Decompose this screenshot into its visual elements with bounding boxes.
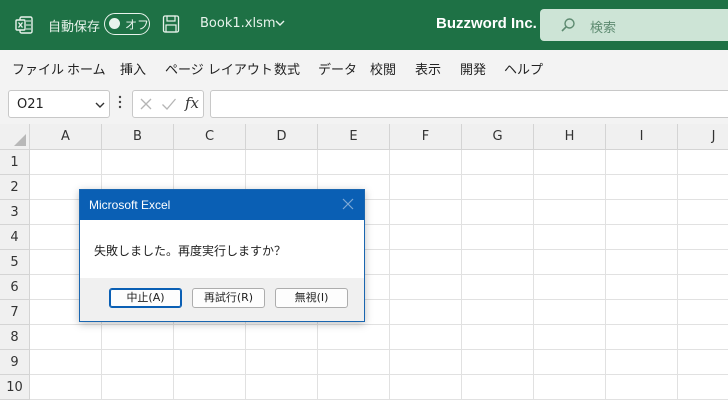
- row-header-10[interactable]: 10: [0, 375, 30, 400]
- menu-view[interactable]: 表示: [415, 59, 441, 78]
- abort-button[interactable]: 中止(A): [109, 288, 182, 308]
- row-header-4[interactable]: 4: [0, 225, 30, 250]
- gridline-vertical: [677, 150, 678, 400]
- menu-data[interactable]: データ: [318, 59, 357, 78]
- menu-home[interactable]: ホーム: [67, 59, 106, 78]
- toggle-knob: [109, 18, 120, 29]
- row-header-8[interactable]: 8: [0, 325, 30, 350]
- insert-function-icon[interactable]: fx: [185, 94, 199, 112]
- autosave-toggle[interactable]: オフ: [104, 13, 150, 35]
- column-header-c[interactable]: C: [174, 124, 246, 150]
- row-header-3[interactable]: 3: [0, 200, 30, 225]
- column-header-d[interactable]: D: [246, 124, 318, 150]
- menu-bar: ファイル ホーム 挿入 ページ レイアウト 数式 データ 校閲 表示 開発 ヘル…: [0, 50, 728, 84]
- gridline-horizontal: [30, 349, 728, 350]
- close-icon[interactable]: [342, 198, 354, 210]
- column-header-f[interactable]: F: [390, 124, 462, 150]
- dialog-title-bar: Microsoft Excel: [80, 190, 364, 220]
- save-icon[interactable]: [162, 14, 180, 34]
- search-icon: [561, 18, 575, 32]
- column-header-b[interactable]: B: [102, 124, 174, 150]
- formula-bar: O21 fx: [0, 84, 728, 124]
- select-all-corner[interactable]: [0, 124, 30, 150]
- row-header-2[interactable]: 2: [0, 175, 30, 200]
- name-box[interactable]: O21: [8, 90, 110, 118]
- menu-formulas[interactable]: 数式: [274, 59, 300, 78]
- dialog-footer: 中止(A) 再試行(R) 無視(I): [80, 278, 364, 321]
- column-header-h[interactable]: H: [534, 124, 606, 150]
- cancel-icon[interactable]: [139, 97, 153, 111]
- gridline-horizontal: [30, 324, 728, 325]
- row-header-6[interactable]: 6: [0, 275, 30, 300]
- chevron-down-icon: [95, 102, 105, 108]
- name-box-value: O21: [17, 97, 44, 112]
- row-header-9[interactable]: 9: [0, 350, 30, 375]
- dialog-message: 失敗しました。再度実行しますか？: [94, 244, 287, 258]
- column-header-j[interactable]: J: [678, 124, 728, 150]
- ignore-button[interactable]: 無視(I): [275, 288, 348, 308]
- row-header-1[interactable]: 1: [0, 150, 30, 175]
- autosave-state: オフ: [125, 18, 150, 32]
- message-dialog: Microsoft Excel 失敗しました。再度実行しますか？ 中止(A) 再…: [79, 189, 365, 322]
- gridline-vertical: [461, 150, 462, 400]
- menu-developer[interactable]: 開発: [460, 59, 486, 78]
- search-placeholder: 検索: [590, 21, 617, 36]
- formula-buttons: fx: [132, 90, 204, 118]
- excel-icon[interactable]: [14, 15, 34, 35]
- chevron-down-icon[interactable]: [274, 17, 286, 29]
- column-header-e[interactable]: E: [318, 124, 390, 150]
- search-box[interactable]: 検索: [540, 9, 728, 41]
- column-header-a[interactable]: A: [30, 124, 102, 150]
- gridline-horizontal: [30, 374, 728, 375]
- file-name[interactable]: Book1.xlsm: [200, 16, 276, 31]
- menu-insert[interactable]: 挿入: [120, 59, 146, 78]
- row-header-5[interactable]: 5: [0, 250, 30, 275]
- select-all-triangle: [14, 134, 26, 146]
- company-name: Buzzword Inc.: [436, 15, 537, 32]
- check-icon[interactable]: [161, 97, 177, 111]
- menu-review[interactable]: 校閲: [370, 59, 396, 78]
- dialog-title: Microsoft Excel: [89, 198, 171, 212]
- menu-file[interactable]: ファイル: [12, 59, 64, 78]
- gridline-horizontal: [30, 174, 728, 175]
- more-options-icon[interactable]: [118, 94, 122, 110]
- row-header-7[interactable]: 7: [0, 300, 30, 325]
- autosave-label: 自動保存: [48, 20, 101, 35]
- gridline-vertical: [533, 150, 534, 400]
- formula-input[interactable]: [210, 90, 728, 118]
- retry-button[interactable]: 再試行(R): [192, 288, 265, 308]
- column-header-i[interactable]: I: [606, 124, 678, 150]
- column-header-g[interactable]: G: [462, 124, 534, 150]
- menu-page-layout[interactable]: ページ レイアウト: [165, 59, 273, 78]
- menu-help[interactable]: ヘルプ: [504, 59, 543, 78]
- title-bar: 自動保存 オフ Book1.xlsm Buzzword Inc. 検索: [0, 0, 728, 50]
- gridline-vertical: [389, 150, 390, 400]
- gridline-vertical: [605, 150, 606, 400]
